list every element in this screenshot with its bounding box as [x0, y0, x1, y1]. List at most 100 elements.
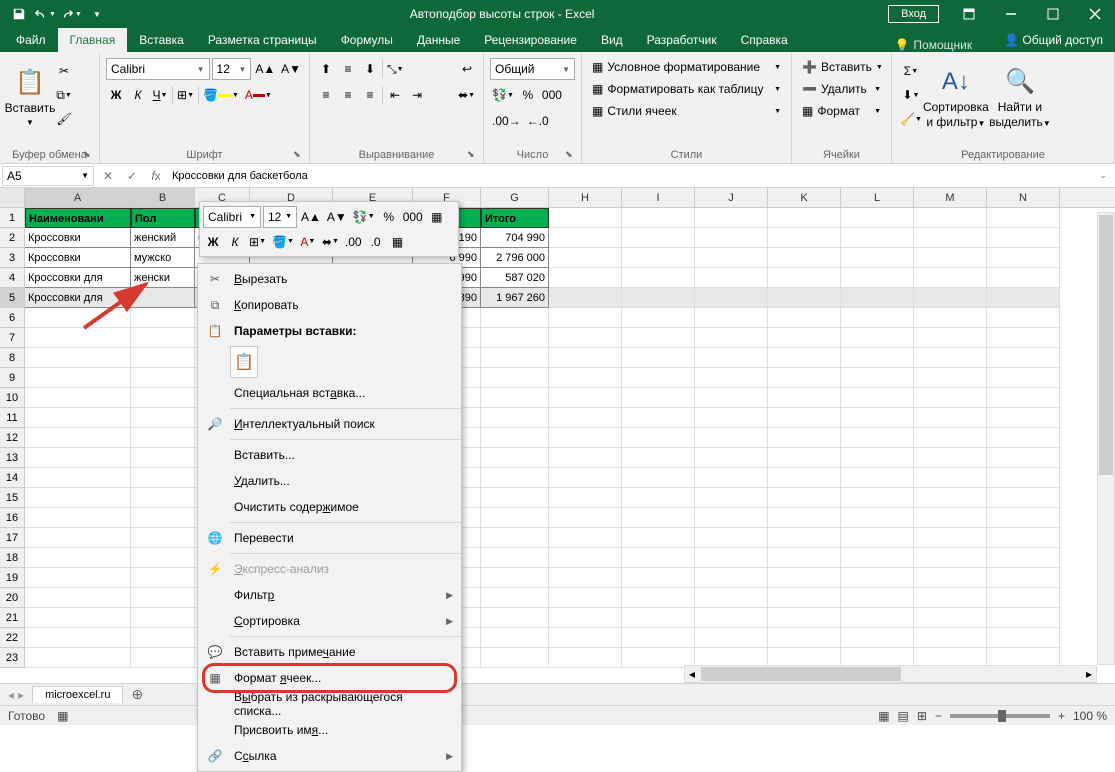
cell[interactable] — [914, 428, 987, 448]
cell[interactable] — [549, 408, 622, 428]
cell[interactable]: Пол — [131, 208, 195, 228]
cell[interactable] — [695, 448, 768, 468]
comma-button[interactable]: 000 — [540, 84, 564, 106]
cell[interactable] — [131, 308, 195, 328]
cell[interactable] — [987, 468, 1060, 488]
italic-button[interactable]: К — [128, 84, 148, 106]
cell[interactable] — [987, 528, 1060, 548]
cell[interactable]: женский — [131, 228, 195, 248]
cell[interactable] — [25, 588, 131, 608]
cell[interactable] — [549, 468, 622, 488]
cell-styles-button[interactable]: ▦Стили ячеек▼ — [588, 100, 785, 122]
format-painter-button[interactable]: 🖌 — [54, 108, 74, 130]
cell[interactable] — [25, 568, 131, 588]
cell[interactable] — [25, 408, 131, 428]
row-header[interactable]: 8 — [0, 348, 25, 368]
cell[interactable] — [25, 468, 131, 488]
cell[interactable] — [481, 548, 549, 568]
cell[interactable] — [695, 228, 768, 248]
sheet-prev-icon[interactable]: ◂ — [8, 688, 14, 702]
cut-button[interactable]: ✂ — [54, 60, 74, 82]
row-header[interactable]: 5 — [0, 288, 25, 308]
merge-button[interactable]: ⬌▼ — [456, 84, 477, 106]
align-left-button[interactable]: ≡ — [316, 84, 336, 106]
worksheet-grid[interactable]: ABCDEFGHIJKLMN 1НаименованиПолЦена,Итого… — [0, 188, 1115, 683]
mini-currency[interactable]: 💱▼ — [351, 206, 377, 228]
font-size-combo[interactable]: 12▼ — [212, 58, 252, 80]
row-header[interactable]: 7 — [0, 328, 25, 348]
cell[interactable] — [987, 208, 1060, 228]
cell[interactable] — [25, 528, 131, 548]
cell[interactable] — [25, 368, 131, 388]
increase-indent-button[interactable]: ⇥ — [407, 84, 427, 106]
autosum-button[interactable]: Σ▼ — [898, 60, 924, 82]
cell[interactable] — [549, 308, 622, 328]
row-header[interactable]: 22 — [0, 628, 25, 648]
row-header[interactable]: 12 — [0, 428, 25, 448]
cell[interactable] — [914, 368, 987, 388]
cell[interactable] — [131, 648, 195, 668]
format-table-button[interactable]: ▦Форматировать как таблицу▼ — [588, 78, 785, 100]
cell[interactable] — [695, 608, 768, 628]
cell[interactable] — [481, 648, 549, 668]
align-middle-button[interactable]: ≡ — [338, 58, 358, 80]
cell[interactable] — [25, 448, 131, 468]
cell[interactable] — [622, 308, 695, 328]
cell[interactable] — [25, 388, 131, 408]
ctx-link[interactable]: 🔗Ссылка▶ — [198, 743, 461, 769]
align-center-button[interactable]: ≡ — [338, 84, 358, 106]
cell[interactable] — [481, 468, 549, 488]
increase-decimal-button[interactable]: .00→ — [490, 110, 523, 132]
cell[interactable] — [914, 288, 987, 308]
cell[interactable] — [549, 428, 622, 448]
cell[interactable] — [841, 408, 914, 428]
cell[interactable] — [987, 428, 1060, 448]
clear-button[interactable]: 🧹▼ — [898, 108, 924, 130]
paste-button[interactable]: 📋 Вставить▼ — [6, 56, 54, 140]
sheet-next-icon[interactable]: ▸ — [18, 688, 24, 702]
cell[interactable] — [549, 488, 622, 508]
cell[interactable] — [768, 588, 841, 608]
macro-indicator-icon[interactable]: ▦ — [57, 709, 68, 723]
cell[interactable] — [987, 608, 1060, 628]
tab-view[interactable]: Вид — [589, 28, 635, 52]
cell[interactable] — [987, 228, 1060, 248]
cell[interactable] — [622, 328, 695, 348]
ctx-pick-list[interactable]: Выбрать из раскрывающегося списка... — [198, 691, 461, 717]
fx-button[interactable]: fx — [144, 165, 168, 187]
delete-cells-button[interactable]: ➖Удалить▼ — [798, 78, 885, 100]
undo-button[interactable]: ▼ — [34, 3, 56, 25]
row-header[interactable]: 14 — [0, 468, 25, 488]
fill-button[interactable]: ⬇▼ — [898, 84, 924, 106]
cell[interactable] — [131, 368, 195, 388]
cell[interactable] — [695, 328, 768, 348]
wrap-text-button[interactable]: ↩ — [457, 58, 477, 80]
ctx-insert-comment[interactable]: 💬Вставить примечание — [198, 639, 461, 665]
cell[interactable] — [841, 428, 914, 448]
cell[interactable] — [768, 488, 841, 508]
col-header[interactable]: K — [768, 188, 841, 207]
cell[interactable] — [695, 208, 768, 228]
cancel-icon[interactable]: ✕ — [96, 165, 120, 187]
cell[interactable] — [25, 328, 131, 348]
cell[interactable] — [481, 448, 549, 468]
tab-insert[interactable]: Вставка — [127, 28, 196, 52]
col-header[interactable]: M — [914, 188, 987, 207]
cell[interactable] — [695, 388, 768, 408]
cell[interactable] — [549, 628, 622, 648]
cell[interactable] — [987, 248, 1060, 268]
cell[interactable]: женски — [131, 268, 195, 288]
underline-button[interactable]: Ч▼ — [150, 84, 170, 106]
cell[interactable] — [622, 248, 695, 268]
cell[interactable] — [987, 288, 1060, 308]
mini-inc-decimal[interactable]: .00 — [343, 231, 364, 253]
cell[interactable] — [131, 468, 195, 488]
cell[interactable] — [25, 348, 131, 368]
cell[interactable] — [768, 428, 841, 448]
cell[interactable] — [549, 288, 622, 308]
cell[interactable] — [987, 268, 1060, 288]
cell[interactable] — [622, 448, 695, 468]
cell[interactable] — [131, 388, 195, 408]
cell[interactable] — [914, 608, 987, 628]
cell[interactable] — [695, 568, 768, 588]
